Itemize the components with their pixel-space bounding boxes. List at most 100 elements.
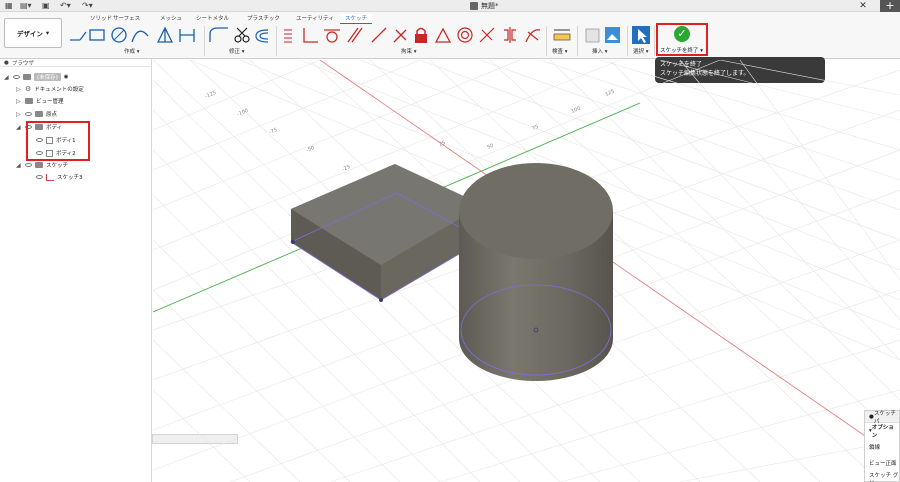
insert-derive-icon[interactable] [585,28,600,43]
separator [276,26,277,56]
dimension-icon[interactable] [179,29,195,42]
check-icon[interactable]: ✓ [674,26,690,42]
equal-icon[interactable] [393,29,407,43]
cylinder-body[interactable] [459,163,613,381]
radio-icon[interactable]: ◉ [64,74,69,80]
insert-tools [585,27,620,43]
options-label: オプション [871,425,894,439]
fillet-icon[interactable] [209,27,228,42]
browser-header[interactable]: ● ブラウザ [0,59,151,67]
close-tab-button[interactable]: ✕ [856,0,870,12]
sketch-palette-row[interactable]: ビュー正面 [865,455,899,471]
arc-icon[interactable] [131,30,149,43]
group-constraints[interactable]: 拘束 ▾ [401,47,417,55]
tab-sheet-metal[interactable]: シートメタル [196,14,229,22]
measure-icon[interactable] [553,29,571,41]
perpendicular-icon[interactable] [303,28,318,43]
sketch-point[interactable] [379,298,383,302]
expand-icon[interactable]: ▷ [16,111,22,118]
expand-icon[interactable]: ◢ [16,124,22,131]
grid-menu-icon[interactable]: ▦ [5,1,13,10]
midpoint-icon[interactable] [479,27,495,43]
collinear-icon[interactable] [371,27,387,43]
polygon-icon[interactable] [156,26,174,43]
group-create[interactable]: 作成 ▾ [124,47,140,55]
triangle-icon[interactable] [434,27,452,43]
lock-icon[interactable] [415,27,427,44]
folder-icon [35,111,43,117]
folder-icon [25,98,33,104]
tab-mesh[interactable]: メッシュ [160,14,182,22]
eye-icon[interactable] [25,163,32,167]
expand-icon[interactable]: ▷ [16,86,22,93]
sketch-palette-header[interactable]: ● スケッチ パ [865,411,899,425]
sketch-palette-row[interactable]: スケッチ グリッ [865,471,899,482]
tab-plastic[interactable]: プラスチック [247,14,280,22]
grid-tick-label: 50 [486,143,494,151]
tab-solid[interactable]: ソリッド [90,14,112,22]
group-modify[interactable]: 修正 ▾ [229,47,245,55]
file-icon[interactable]: ▤▾ [20,1,32,10]
trim-scissors-icon[interactable] [234,27,250,43]
parallel-icon[interactable] [347,27,363,43]
group-constraints-label: 拘束 [401,49,413,55]
root-label: (未保存) [34,73,61,81]
gear-icon: ⚙ [25,85,32,93]
sketch-palette: ● スケッチ パ ▾ オプション 鎖線 ビュー正面 スケッチ グリッ [864,410,900,482]
tab-surface[interactable]: サーフェス [113,14,140,22]
chevron-down-icon: ▾ [45,29,50,37]
sketch-palette-row[interactable]: 鎖線 [865,439,899,455]
new-tab-button[interactable]: + [880,0,900,12]
select-tools [632,26,650,44]
eye-icon[interactable] [25,112,32,116]
select-cursor-icon[interactable] [632,26,650,44]
insert-image-icon[interactable] [605,27,620,43]
sketch-point[interactable] [291,240,295,244]
sketch-palette-options[interactable]: ▾ オプション [865,423,899,439]
tree-item-document-settings[interactable]: ▷ ⚙ ドキュメントの設定 [16,83,84,95]
constraint-tools [284,27,541,44]
save-icon[interactable]: ▣ [42,1,50,10]
grid-tick-label: 75 [531,124,539,132]
tree-item-label: ビュー管理 [36,99,64,105]
separator [204,26,205,56]
undo-icon[interactable]: ↶▾ [60,1,71,10]
tree-item-label: 原点 [46,112,58,118]
eye-icon[interactable] [13,75,20,79]
document-title: 無題* [470,1,499,11]
tab-utility[interactable]: ユーティリティ [296,14,334,22]
viewport-canvas[interactable]: -125-100-75-50-2525 5075100125 [153,60,900,482]
workspace-switcher[interactable]: デザイン ▾ [4,18,62,48]
circle-icon[interactable] [111,27,127,43]
group-inspect-label: 検査 [552,49,564,55]
offset-icon[interactable] [255,29,269,43]
group-select[interactable]: 選択 ▾ [633,47,649,55]
redo-icon[interactable]: ↷▾ [82,1,93,10]
symmetry-icon[interactable] [504,27,516,43]
eye-icon[interactable] [36,175,43,179]
box-body[interactable] [291,164,483,300]
expand-icon[interactable]: ▷ [16,98,22,105]
coincident-icon[interactable] [284,29,292,43]
group-insert[interactable]: 挿入 ▾ [592,47,608,55]
tree-item-label: ドキュメントの設定 [34,87,84,93]
separator [577,26,578,56]
finish-sketch-label[interactable]: スケッチを終了 ▾ [660,46,703,54]
tangent-icon[interactable] [324,29,340,43]
tab-sketch[interactable]: スケッチ [340,14,373,24]
concentric-icon[interactable] [457,27,473,43]
collapse-icon[interactable]: ● [4,60,9,66]
tree-item-origin[interactable]: ▷ 原点 [16,108,57,120]
line-icon[interactable] [70,31,87,41]
expand-icon[interactable]: ◢ [4,74,10,81]
rectangle-icon[interactable] [89,29,105,41]
tree-item-named-views[interactable]: ▷ ビュー管理 [16,95,64,107]
separator [546,26,547,56]
grid-tick-label: -50 [305,145,315,154]
finish-sketch-text: スケッチを終了 [660,48,699,54]
group-inspect[interactable]: 検査 ▾ [552,47,568,55]
expand-icon[interactable]: ◢ [16,162,22,169]
tree-item-sketch3[interactable]: スケッチ3 [36,171,83,183]
curvature-icon[interactable] [525,29,541,43]
tree-root[interactable]: ◢ (未保存) ◉ [4,71,69,83]
